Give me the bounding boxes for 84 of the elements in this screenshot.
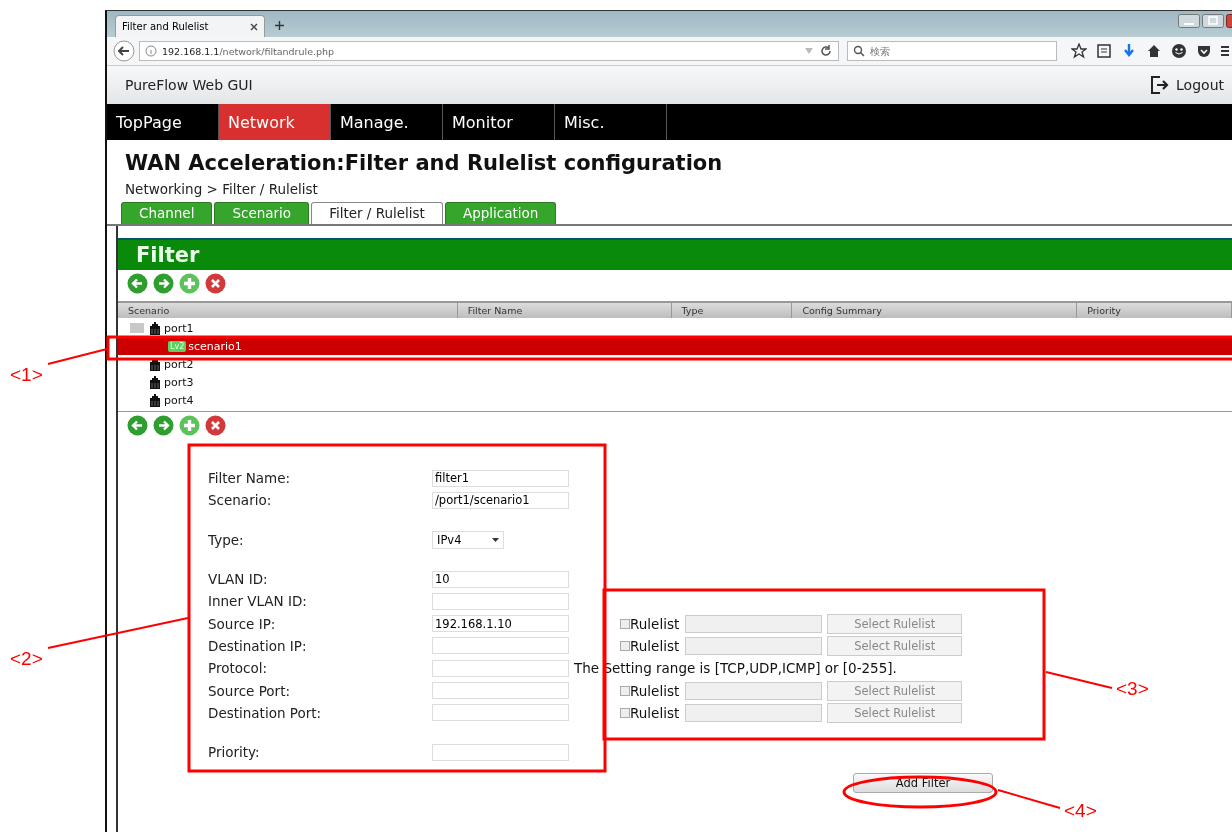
annotation-label: <2> (10, 648, 43, 670)
tree-label: port1 (164, 321, 194, 335)
input-field[interactable] (432, 592, 569, 610)
delete-icon[interactable] (205, 415, 226, 436)
column-header[interactable]: Scenario (118, 303, 458, 318)
new-tab-icon[interactable] (275, 21, 284, 30)
logout-link[interactable]: Logout (1151, 76, 1224, 94)
input-field[interactable]: /port1/scenario1 (432, 491, 569, 509)
field-label: Protocol: (208, 660, 268, 677)
leader-line (997, 789, 1061, 809)
field-label: Source IP: (208, 615, 277, 632)
column-header[interactable]: Config Summary (792, 303, 1078, 318)
collapse-toggle-icon[interactable] (130, 323, 144, 333)
delete-icon[interactable] (205, 273, 226, 294)
section-header: Filter (118, 238, 1232, 270)
plus-icon[interactable] (179, 415, 200, 436)
minimize-icon[interactable] (1178, 14, 1200, 28)
annotation-label: <1> (10, 364, 43, 386)
url-text: 192.168.1.1/network/filtandrule.php (162, 45, 336, 57)
nav-tab[interactable]: Network (219, 104, 331, 140)
smiley-icon[interactable] (1171, 43, 1187, 59)
field-label: Inner VLAN ID: (208, 593, 308, 610)
hint-text: The Setting range is [TCP,UDP,ICMP] or [0-255]. (574, 660, 897, 677)
leader-line (47, 348, 108, 365)
nav-tab[interactable]: Monitor (443, 104, 555, 140)
tree-label: port4 (164, 393, 194, 407)
sub-tab[interactable]: Filter / Rulelist (311, 202, 443, 224)
app-title: PureFlow Web GUI (125, 77, 253, 93)
nav-tab[interactable]: Manage. (331, 104, 443, 140)
input-field[interactable]: 192.168.1.10 (432, 615, 569, 633)
input-field[interactable] (432, 743, 569, 761)
leader-line (1045, 671, 1113, 689)
plus-icon[interactable] (179, 273, 200, 294)
network-port-icon (148, 393, 162, 407)
field-label: Scenario: (208, 492, 273, 509)
address-field[interactable]: 192.168.1.1/network/filtandrule.php (139, 41, 839, 61)
search-field[interactable]: 検索 (847, 41, 1057, 61)
column-header[interactable]: Type (671, 303, 793, 318)
breadcrumb: Networking > Filter / Rulelist (125, 181, 319, 197)
field-label: Destination IP: (208, 637, 308, 654)
nav-tab[interactable]: Misc. (555, 104, 667, 140)
page-title: WAN Acceleration:Filter and Rulelist configuration (125, 150, 724, 176)
browser-tab[interactable]: Filter and Rulelist (115, 15, 265, 37)
input-field[interactable] (432, 704, 569, 722)
home-icon[interactable] (1146, 43, 1162, 59)
field-label: Filter Name: (208, 470, 292, 487)
info-icon (145, 45, 157, 57)
menu-icon[interactable] (1221, 44, 1229, 58)
reading-list-icon[interactable] (1096, 43, 1112, 59)
maximize-icon[interactable] (1202, 14, 1224, 28)
column-header[interactable]: Priority (1077, 303, 1232, 318)
caret-icon (492, 537, 499, 542)
network-port-icon (148, 375, 162, 389)
pocket-icon[interactable] (1196, 43, 1212, 59)
tree-row[interactable]: port2 (118, 355, 1232, 373)
tree-row[interactable]: port3 (118, 373, 1232, 391)
input-field[interactable] (432, 659, 569, 677)
star-icon[interactable] (1071, 43, 1087, 59)
field-label: Type: (208, 531, 245, 548)
field-label: Priority: (208, 744, 261, 761)
level-badge: Lv2 (168, 340, 187, 352)
close-icon[interactable] (250, 22, 258, 31)
input-field[interactable]: 10 (432, 570, 569, 588)
field-label: VLAN ID: (208, 571, 269, 588)
download-icon[interactable] (1121, 43, 1137, 59)
input-field[interactable] (432, 682, 569, 699)
reload-icon[interactable] (819, 44, 833, 58)
column-header[interactable]: Filter Name (457, 303, 672, 318)
network-port-icon (148, 321, 162, 335)
tree-row[interactable]: port1 (118, 319, 1232, 337)
annotation-label: <3> (1116, 678, 1149, 700)
annotation-label: <4> (1064, 800, 1097, 822)
tree-label: port2 (164, 357, 194, 371)
tree-row[interactable]: port4 (118, 391, 1232, 409)
back-icon[interactable] (113, 40, 135, 62)
input-field[interactable]: filter1 (432, 469, 569, 487)
tree-label: scenario1 (188, 339, 242, 353)
type-dropdown[interactable]: IPv4 (432, 530, 504, 549)
input-field[interactable] (432, 637, 569, 655)
search-icon (853, 45, 865, 57)
tree-label: port3 (164, 375, 194, 389)
dropdown-icon[interactable] (804, 47, 814, 55)
field-label: Destination Port: (208, 704, 323, 721)
field-label: Source Port: (208, 682, 291, 699)
